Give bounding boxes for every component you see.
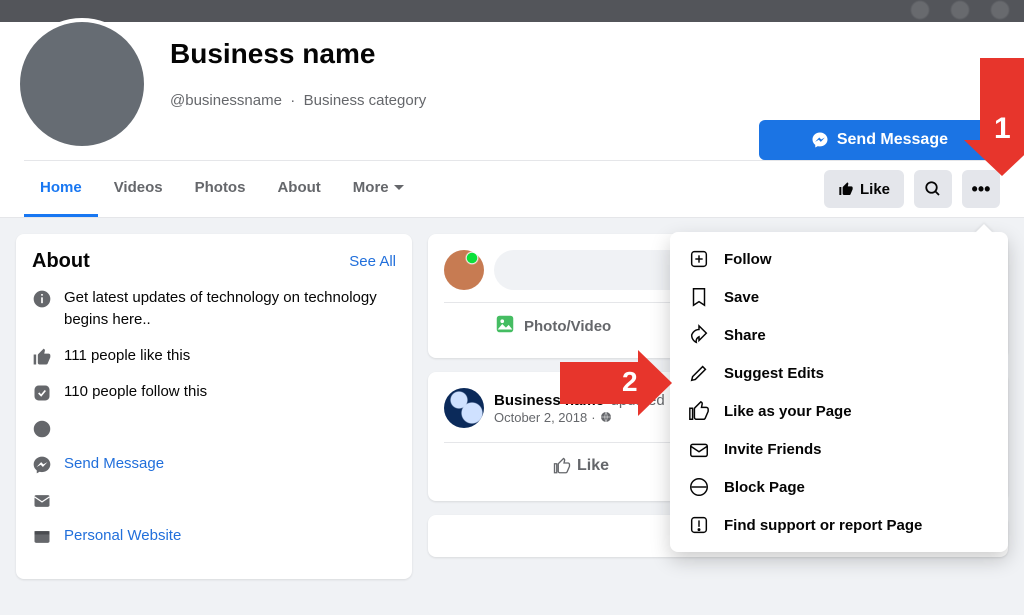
menu-like-as-page[interactable]: Like as your Page <box>678 392 1000 430</box>
about-title: About <box>32 250 90 273</box>
invite-icon <box>688 438 710 460</box>
annotation-number-2: 2 <box>622 366 638 398</box>
tabs-bar: Home Videos Photos About More Like ••• <box>0 161 1024 217</box>
menu-save[interactable]: Save <box>678 278 1000 316</box>
page-subtitle: @businessname · Business category <box>170 92 1000 109</box>
page-handle[interactable]: @businessname <box>170 92 282 109</box>
search-icon <box>924 180 942 198</box>
menu-suggest-edits[interactable]: Suggest Edits <box>678 354 1000 392</box>
bookmark-icon <box>688 286 710 308</box>
about-send-message[interactable]: Send Message <box>32 453 396 475</box>
menu-like-as-page-label: Like as your Page <box>724 403 852 420</box>
more-dropdown-menu: Follow Save Share Suggest Edits Like as … <box>670 232 1008 552</box>
personal-website-link[interactable]: Personal Website <box>64 525 181 547</box>
about-card: About See All Get latest updates of tech… <box>16 234 412 579</box>
page-header: Business name @businessname · Business c… <box>0 22 1024 218</box>
user-avatar[interactable] <box>444 250 484 290</box>
menu-suggest-edits-label: Suggest Edits <box>724 365 824 382</box>
tab-home[interactable]: Home <box>24 161 98 217</box>
send-message-link[interactable]: Send Message <box>64 453 164 475</box>
globe-icon <box>32 419 52 439</box>
menu-block-page[interactable]: Block Page <box>678 468 1000 506</box>
block-icon <box>688 476 710 498</box>
search-button[interactable] <box>914 170 952 208</box>
mail-icon <box>32 491 52 511</box>
menu-follow-label: Follow <box>724 251 772 268</box>
photo-video-button[interactable]: Photo/Video <box>524 318 611 335</box>
menu-share[interactable]: Share <box>678 316 1000 354</box>
post-avatar[interactable] <box>444 388 484 428</box>
tab-videos[interactable]: Videos <box>98 161 179 217</box>
website-icon <box>32 527 52 547</box>
pencil-icon <box>688 362 710 384</box>
menu-share-label: Share <box>724 327 766 344</box>
annotation-arrow-1: 1 <box>980 58 1024 142</box>
annotation-arrow-2: 2 <box>560 350 672 416</box>
about-likes: 111 people like this <box>32 345 396 367</box>
about-email-row <box>32 489 396 511</box>
menu-invite-friends[interactable]: Invite Friends <box>678 430 1000 468</box>
menu-report-label: Find support or report Page <box>724 517 922 534</box>
thumbs-up-icon <box>838 181 854 197</box>
thumbs-up-icon <box>688 400 710 422</box>
send-message-label: Send Message <box>837 131 948 149</box>
page-title: Business name <box>170 38 1000 70</box>
tab-about[interactable]: About <box>261 161 336 217</box>
menu-block-page-label: Block Page <box>724 479 805 496</box>
follow-icon <box>688 248 710 270</box>
ellipsis-icon: ••• <box>972 180 991 198</box>
tab-more[interactable]: More <box>337 161 421 217</box>
check-badge-icon <box>32 383 52 403</box>
about-likes-text: 111 people like this <box>64 345 190 367</box>
menu-follow[interactable]: Follow <box>678 240 1000 278</box>
thumbs-up-outline-icon <box>553 457 571 475</box>
about-website-link-row[interactable]: Personal Website <box>32 525 396 547</box>
menu-save-label: Save <box>724 289 759 306</box>
menu-invite-friends-label: Invite Friends <box>724 441 822 458</box>
thumbs-up-icon <box>32 347 52 367</box>
info-icon <box>32 289 52 309</box>
about-follows-text: 110 people follow this <box>64 381 207 403</box>
like-button[interactable]: Like <box>824 170 904 208</box>
about-website-row <box>32 417 396 439</box>
page-avatar[interactable] <box>16 18 148 150</box>
messenger-icon <box>32 455 52 475</box>
page-category: Business category <box>304 92 427 109</box>
see-all-link[interactable]: See All <box>349 253 396 270</box>
tab-more-label: More <box>353 160 389 216</box>
chevron-down-icon <box>393 182 405 194</box>
window-top-bar <box>0 0 1024 22</box>
like-label: Like <box>860 181 890 198</box>
about-intro-text: Get latest updates of technology on tech… <box>64 287 396 331</box>
menu-report[interactable]: Find support or report Page <box>678 506 1000 544</box>
photo-icon <box>494 313 516 340</box>
about-follows: 110 people follow this <box>32 381 396 403</box>
share-icon <box>688 324 710 346</box>
tab-photos[interactable]: Photos <box>179 161 262 217</box>
post-like-label: Like <box>577 457 609 475</box>
about-intro: Get latest updates of technology on tech… <box>32 287 396 331</box>
messenger-icon <box>811 131 829 149</box>
report-icon <box>688 514 710 536</box>
